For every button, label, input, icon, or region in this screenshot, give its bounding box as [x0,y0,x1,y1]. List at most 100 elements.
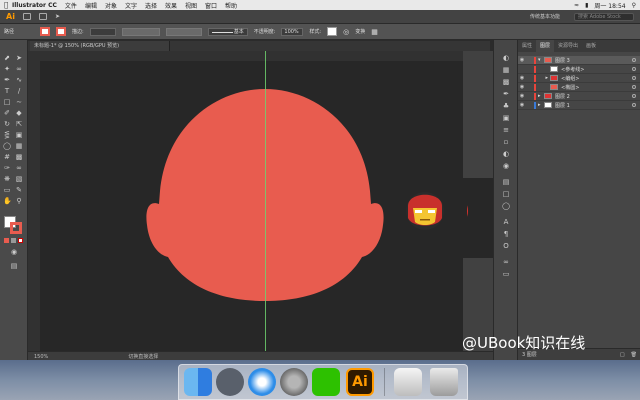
menu-edit[interactable]: 编辑 [85,1,97,10]
target-icon[interactable] [632,76,636,80]
shape-builder-tool-icon[interactable]: ◯ [3,142,11,150]
links-panel-icon[interactable]: ∞ [502,258,510,266]
screen-mode-icon[interactable]: ▤ [10,262,18,270]
free-transform-tool-icon[interactable]: ▣ [15,131,23,139]
eyedropper-tool-icon[interactable]: ✑ [3,164,11,172]
menu-file[interactable]: 文件 [65,1,77,10]
layer-name[interactable]: <参考线> [561,66,584,73]
artboard-tool-icon[interactable]: ▭ [3,186,11,194]
rotate-tool-icon[interactable]: ↻ [3,120,11,128]
gradient-tool-icon[interactable]: ▩ [15,153,23,161]
curvature-tool-icon[interactable]: ∿ [15,76,23,84]
spotlight-icon[interactable]: ⚲ [632,2,636,9]
expand-icon[interactable]: ▸ [538,75,550,81]
menu-select[interactable]: 选择 [145,1,157,10]
layer-name[interactable]: <椭圆> [561,84,579,91]
vertical-guide[interactable] [265,51,266,351]
tab-properties[interactable]: 属性 [518,40,536,52]
launchpad-icon[interactable] [216,368,244,396]
pathfinder-panel-icon[interactable]: ◯ [502,202,510,210]
visibility-icon[interactable]: ◉ [518,102,526,108]
iron-man-icon[interactable] [406,192,444,230]
gpu-icon[interactable]: ➤ [55,13,60,20]
color-button[interactable] [4,238,9,243]
none-button[interactable] [18,238,23,243]
visibility-icon[interactable]: ◉ [518,75,526,81]
zoom-level[interactable]: 150% [34,354,48,360]
layer-name[interactable]: 图层 2 [555,93,570,100]
color-panel-icon[interactable]: ◐ [502,54,510,62]
layer-name[interactable]: <编组> [561,75,579,82]
gradient-button[interactable] [11,238,16,243]
align-icon[interactable]: ▦ [371,28,378,36]
fill-swatch[interactable] [40,27,51,36]
stock-search-input[interactable]: 搜索 Adobe Stock [574,12,634,21]
delete-layer-icon[interactable]: 🗑 [631,352,637,358]
layer-row[interactable]: ◉ ▸ 图层 2 [518,92,640,101]
layer-row[interactable]: <参考线> [518,65,640,74]
variable-width-profile[interactable] [121,27,160,36]
lasso-tool-icon[interactable]: ∞ [15,65,23,73]
visibility-icon[interactable]: ◉ [518,57,526,63]
gradient-panel-icon[interactable]: ▫ [502,138,510,146]
target-icon[interactable] [632,67,636,71]
stroke-style-dropdown[interactable]: 基本 [207,27,248,36]
target-icon[interactable] [632,58,636,62]
wifi-icon[interactable]: ≈ [574,2,579,9]
layer-row[interactable]: ◉ ▾ 图层 3 [518,56,640,65]
column-graph-tool-icon[interactable]: ▧ [15,175,23,183]
pen-tool-icon[interactable]: ✒ [3,76,11,84]
tab-layers[interactable]: 图层 [536,40,555,52]
menu-window[interactable]: 窗口 [205,1,217,10]
menu-help[interactable]: 帮助 [225,1,237,10]
character-panel-icon[interactable]: A [502,218,510,226]
target-icon[interactable] [632,103,636,107]
zoom-tool-icon[interactable]: ⚲ [15,197,23,205]
draw-mode-icon[interactable]: ◉ [10,248,18,256]
stroke-panel-icon[interactable]: ≡ [502,126,510,134]
mesh-tool-icon[interactable]: # [3,153,11,161]
perspective-grid-tool-icon[interactable]: ▦ [15,142,23,150]
target-icon[interactable] [632,85,636,89]
app-menu[interactable]: Illustrator CC [12,2,57,9]
workspace-switcher[interactable]: 传统基本功能 [530,13,560,20]
graphic-style-swatch[interactable] [327,27,338,36]
symbols-panel-icon[interactable]: ♣ [502,102,510,110]
brushes-panel-icon[interactable]: ✒ [502,90,510,98]
target-icon[interactable] [632,94,636,98]
artboards-panel-icon[interactable]: ▭ [502,270,510,278]
finder-icon[interactable] [184,368,212,396]
menu-effect[interactable]: 效果 [165,1,177,10]
direct-selection-tool-icon[interactable]: ➤ [15,54,23,62]
menu-object[interactable]: 对象 [105,1,117,10]
new-layer-icon[interactable]: □ [620,352,625,358]
opacity-field[interactable]: 100% [281,27,304,36]
clock[interactable]: 周一 18:54 [594,1,625,10]
align-panel-icon[interactable]: ▤ [502,178,510,186]
apple-icon[interactable]:  [4,1,12,9]
illustrator-icon[interactable]: Ai [346,368,374,396]
transparency-panel-icon[interactable]: ◐ [502,150,510,158]
menu-view[interactable]: 视图 [185,1,197,10]
brush-definition[interactable] [165,27,202,36]
wechat-icon[interactable] [312,368,340,396]
line-tool-icon[interactable]: / [15,87,23,95]
paintbrush-tool-icon[interactable]: ∼ [15,98,23,106]
recolor-icon[interactable]: ◎ [343,28,349,36]
layer-row[interactable]: ◉ <椭圆> [518,83,640,92]
preview-icon[interactable] [394,368,422,396]
layer-row[interactable]: ◉ ▸ <编组> [518,74,640,83]
system-preferences-icon[interactable] [280,368,308,396]
menu-type[interactable]: 文字 [125,1,137,10]
visibility-icon[interactable]: ◉ [518,84,526,90]
blend-tool-icon[interactable]: ∞ [15,164,23,172]
tab-asset-export[interactable]: 资源导出 [554,40,582,52]
slice-tool-icon[interactable]: ✎ [15,186,23,194]
color-guide-icon[interactable]: ▦ [502,66,510,74]
width-tool-icon[interactable]: ⋚ [3,131,11,139]
type-tool-icon[interactable]: T [3,87,11,95]
opentype-panel-icon[interactable]: O [502,242,510,250]
rectangle-tool-icon[interactable]: □ [3,98,11,106]
swatches-panel-icon[interactable]: ▩ [502,78,510,86]
document-tab[interactable]: 未标题-1* @ 150% (RGB/GPU 预览) [30,41,170,51]
